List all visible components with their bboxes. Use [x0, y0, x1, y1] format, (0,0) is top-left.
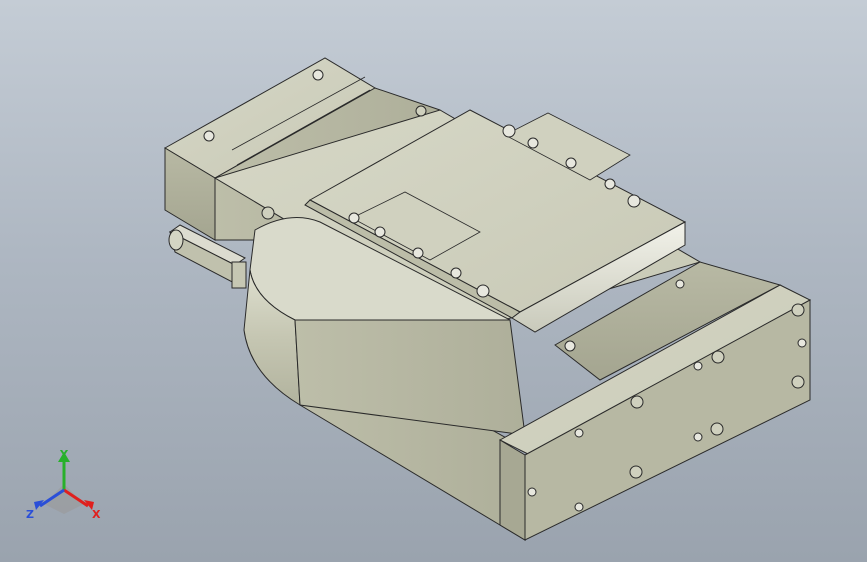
cad-viewport[interactable]: Y X Z — [0, 0, 867, 562]
z-axis-label: Z — [26, 508, 34, 521]
y-axis-label: Y — [59, 448, 69, 461]
triad-graphic: Y X Z — [26, 448, 101, 521]
orientation-triad[interactable]: Y X Z — [22, 446, 106, 526]
model-view[interactable] — [0, 0, 867, 562]
x-axis-label: X — [92, 508, 101, 521]
